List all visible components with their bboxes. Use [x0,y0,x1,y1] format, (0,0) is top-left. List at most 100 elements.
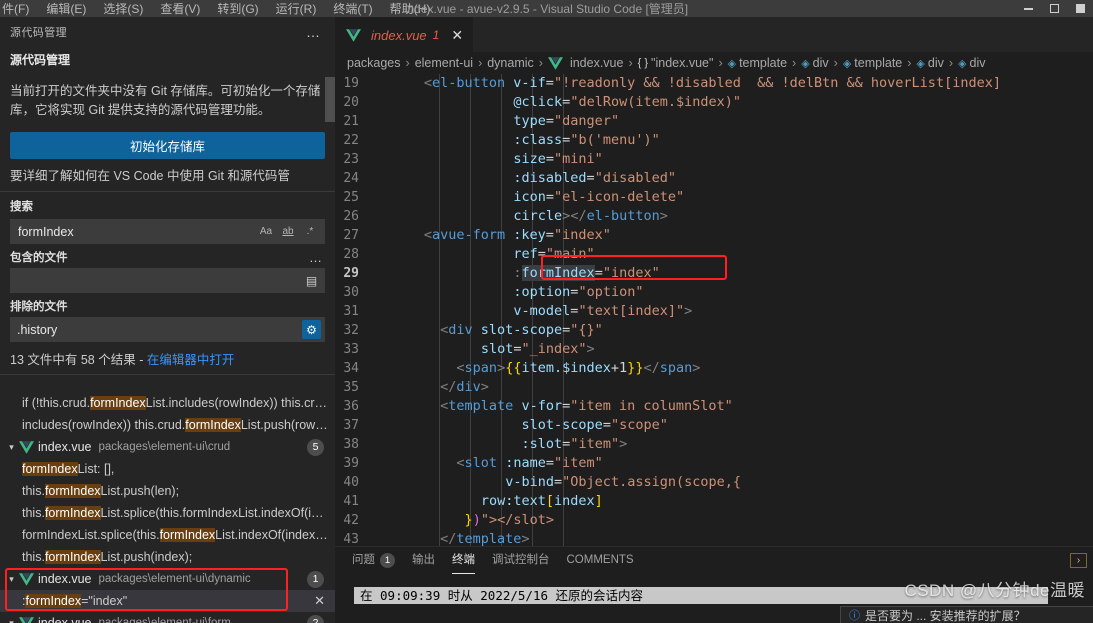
menu-item-3[interactable]: 查看(V) [160,3,200,15]
code-line-text: type="danger" [513,113,620,129]
code-line[interactable]: 30 :option="option" [335,283,1093,302]
dismiss-result-icon[interactable]: ✕ [314,593,325,609]
code-line[interactable]: 32 <div slot-scope="{}" [335,321,1093,340]
breadcrumb-item[interactable]: index.vue [547,56,624,70]
breadcrumb-label: div [927,56,944,70]
breadcrumb-item[interactable]: ◈ div [801,56,828,70]
panel-tab-bar[interactable]: 问题 1 输出 终端 调试控制台 COMMENTS › [335,546,1093,573]
files-to-exclude-value: .history [17,322,58,337]
open-in-editor-link[interactable]: 在编辑器中打开 [147,353,235,367]
code-line[interactable]: 25 icon="el-icon-delete" [335,188,1093,207]
panel-tab-1[interactable]: 输出 [412,547,435,574]
search-result-match[interactable]: this.formIndexList.push(len); [0,480,335,502]
code-line[interactable]: 35 </div> [335,378,1093,397]
code-editor[interactable]: 19 <el-button v-if="!readonly && !disabl… [335,74,1093,546]
breadcrumb-item[interactable]: packages [347,56,401,70]
line-number: 37 [343,418,359,433]
notification-toast[interactable]: ⓘ 是否要为 ... 安装推荐的扩展？ [840,606,1093,623]
files-to-include-input[interactable]: ▤ [10,268,325,293]
code-line[interactable]: 42 })"></slot> [335,511,1093,530]
search-result-match[interactable]: formIndexList: [], [0,458,335,480]
search-result-match[interactable]: if (!this.crud.formIndexList.includes(ro… [0,392,335,414]
whole-word-icon[interactable]: ab [280,223,296,240]
code-lines[interactable]: 19 <el-button v-if="!readonly && !disabl… [335,74,1093,546]
panel-tab-3[interactable]: 调试控制台 [492,547,550,574]
search-result-match[interactable]: this.formIndexList.splice(this.formIndex… [0,502,335,524]
code-line[interactable]: 20 @click="delRow(item.$index)" [335,93,1093,112]
breadcrumb-item[interactable]: dynamic [487,56,534,70]
code-line[interactable]: 33 slot="_index"> [335,340,1093,359]
search-result-match[interactable]: formIndexList.splice(this.formIndexList.… [0,524,335,546]
breadcrumb-item[interactable]: ◈ template [728,56,787,70]
minimize-button[interactable] [1015,0,1041,17]
panel-tab-4[interactable]: COMMENTS [567,547,634,574]
breadcrumb[interactable]: packages › element-ui › dynamic › index.vue › { … [335,52,1093,74]
code-line[interactable]: 31 v-model="text[index]"> [335,302,1093,321]
chevron-down-icon[interactable]: ▾ [4,618,19,623]
code-line[interactable]: 43 </template> [335,530,1093,546]
menu-item-1[interactable]: 编辑(E) [46,3,86,15]
code-line[interactable]: 29 :formIndex="index" [335,264,1093,283]
menu-item-4[interactable]: 转到(G) [217,3,258,15]
code-line[interactable]: 26 circle></el-button> [335,207,1093,226]
search-result-file-row[interactable]: ▾ index.vue packages\element-ui\form 2 [0,612,335,623]
open-files-picker-icon[interactable]: ▤ [302,271,321,290]
code-line[interactable]: 21 type="danger" [335,112,1093,131]
regex-icon[interactable]: .* [302,223,318,240]
code-line[interactable]: 41 row:text[index] [335,492,1093,511]
search-result-file-row[interactable]: ▾ index.vue packages\element-ui\dynamic 1 [0,568,335,590]
search-results-list[interactable]: if (!this.crud.formIndexList.includes(ro… [0,392,335,623]
code-line[interactable]: 28 ref="main" [335,245,1093,264]
panel-tab-0[interactable]: 问题 1 [352,547,395,574]
window-controls[interactable] [1015,0,1093,17]
chevron-down-icon[interactable]: ▾ [4,442,19,453]
search-input[interactable]: formIndex Aa ab .* [10,219,325,244]
close-icon[interactable]: ✕ [451,27,463,44]
search-result-file-row[interactable]: ▾ index.vue packages\element-ui\crud 5 [0,436,335,458]
breadcrumb-label: index.vue [569,56,624,70]
vue-file-icon [19,440,34,454]
breadcrumb-separator-icon: › [538,56,543,70]
files-to-exclude-input[interactable]: .history ⚙ [10,317,325,342]
search-details-toggle-icon[interactable]: … [309,250,323,265]
code-line[interactable]: 39 <slot :name="item" [335,454,1093,473]
breadcrumb-item[interactable]: ◈ div [958,56,985,70]
scm-more-actions-icon[interactable]: … [306,24,321,40]
code-line[interactable]: 24 :disabled="disabled" [335,169,1093,188]
menu-item-6[interactable]: 终端(T) [333,3,372,15]
code-line[interactable]: 22 :class="b('menu')" [335,131,1093,150]
match-case-icon[interactable]: Aa [258,223,274,240]
menu-item-2[interactable]: 选择(S) [103,3,143,15]
code-line[interactable]: 23 size="mini" [335,150,1093,169]
sidebar-scrollbar[interactable] [325,77,335,122]
line-number: 32 [343,323,359,338]
menu-item-5[interactable]: 运行(R) [276,3,317,15]
gear-icon[interactable]: ⚙ [302,320,321,339]
panel-more-icon[interactable]: › [1070,552,1087,568]
result-count-badge: 5 [307,438,324,456]
code-line[interactable]: 27 <avue-form :key="index" [335,226,1093,245]
code-line[interactable]: 40 v-bind="Object.assign(scope,{ [335,473,1093,492]
info-icon: ⓘ [849,610,860,622]
search-result-match[interactable]: includes(rowIndex)) this.crud.formIndexL… [0,414,335,436]
code-line[interactable]: 34 <span>{{item.$index+1}}</span> [335,359,1093,378]
breadcrumb-item[interactable]: { } "index.vue" [638,56,714,70]
menu-item-7[interactable]: 帮助(H) [390,3,431,15]
breadcrumb-item[interactable]: ◈ template [843,56,902,70]
breadcrumb-item[interactable]: element-ui [415,56,473,70]
close-button[interactable] [1067,0,1093,17]
code-line[interactable]: 19 <el-button v-if="!readonly && !disabl… [335,74,1093,93]
search-result-match[interactable]: this.formIndexList.push(index); [0,546,335,568]
breadcrumb-item[interactable]: ◈ div [916,56,943,70]
init-repository-button[interactable]: 初始化存储库 [10,132,325,159]
menu-item-0[interactable]: 件(F) [2,3,29,15]
panel-tab-2[interactable]: 终端 [452,547,475,574]
menu-bar[interactable]: 件(F) 编辑(E) 选择(S) 查看(V) 转到(G) 运行(R) 终端(T) 帮助(H) [0,3,430,15]
code-line[interactable]: 36 <template v-for="item in columnSlot" [335,397,1093,416]
search-result-match[interactable]: :formIndex="index" ✕ [0,590,335,612]
tab-index-vue[interactable]: index.vue 1 ✕ [335,17,474,52]
chevron-down-icon[interactable]: ▾ [4,574,19,585]
code-line[interactable]: 38 :slot="item"> [335,435,1093,454]
maximize-button[interactable] [1041,0,1067,17]
code-line[interactable]: 37 slot-scope="scope" [335,416,1093,435]
